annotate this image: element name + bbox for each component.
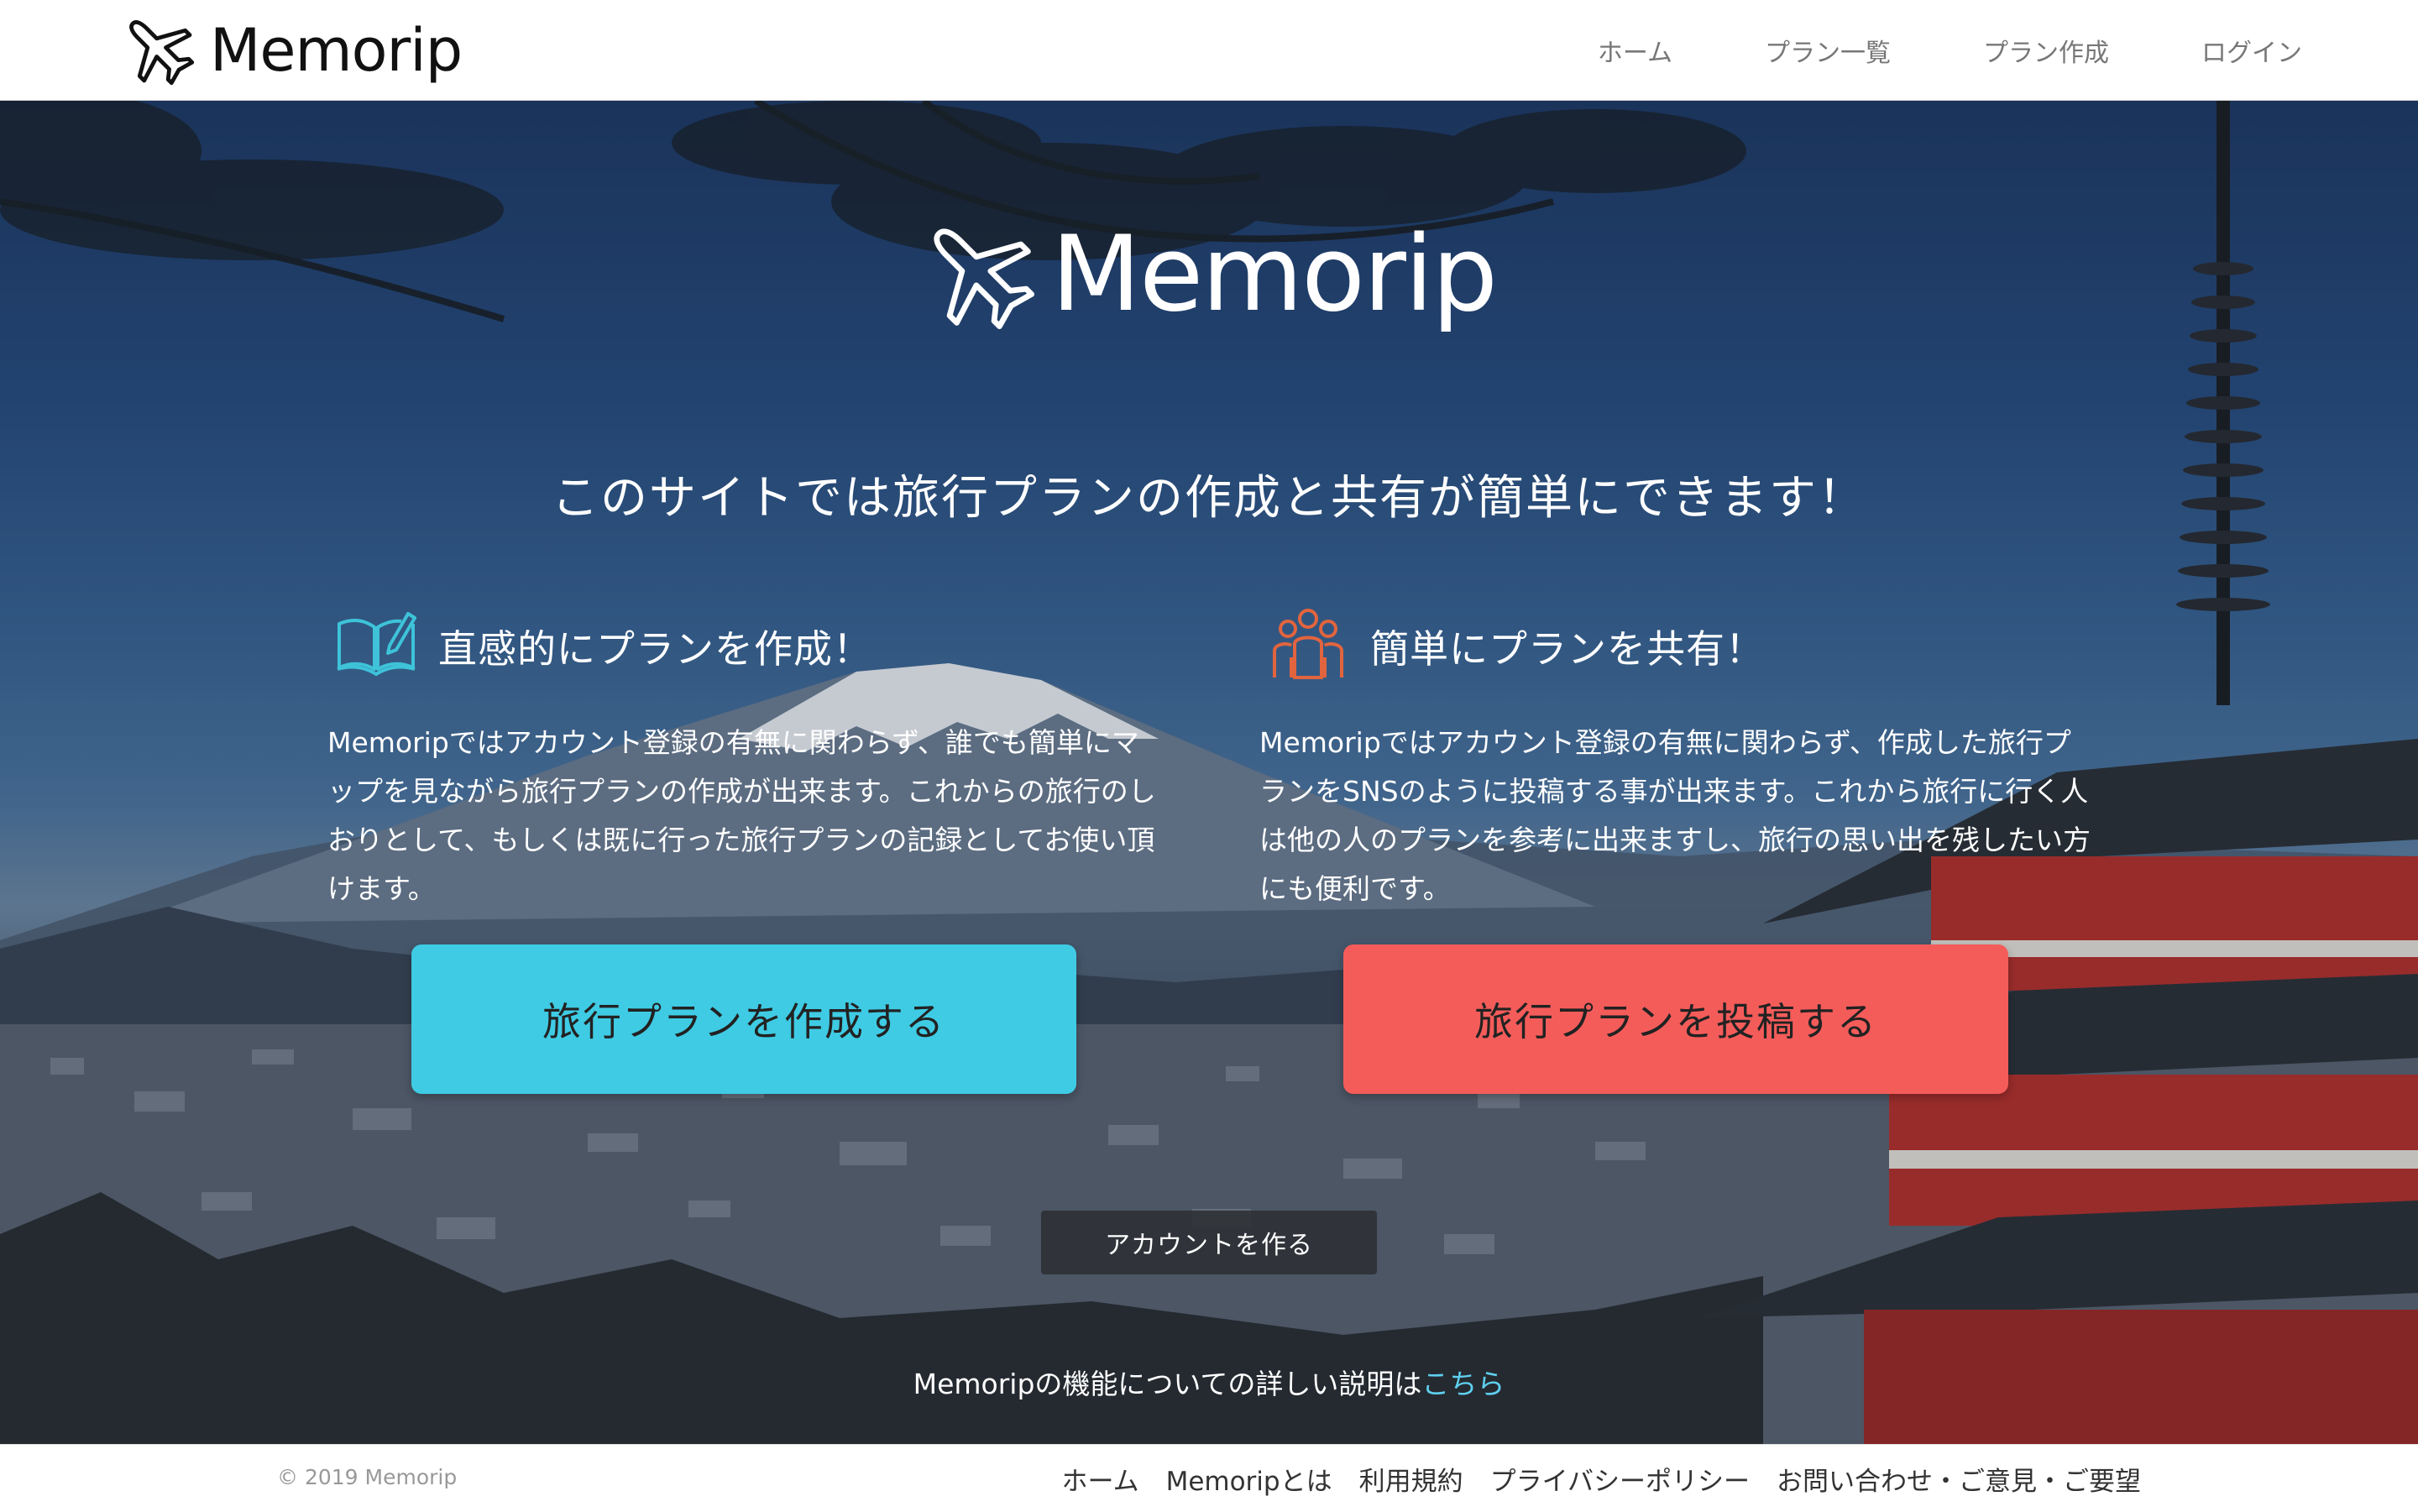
- feature-create-description: Memoripではアカウント登録の有無に関わらず、誰でも簡単にマップを見ながら旅…: [327, 726, 1156, 905]
- nav-plan-create[interactable]: プラン作成: [1983, 32, 2109, 69]
- create-plan-button[interactable]: 旅行プランを作成する: [411, 944, 1076, 1094]
- create-account-button[interactable]: アカウントを作る: [1041, 1211, 1377, 1274]
- top-navbar: Memorip ホーム プラン一覧 プラン作成 ログイン: [0, 0, 2418, 101]
- hero-tagline: このサイトでは旅行プランの作成と共有が簡単にできます！: [552, 471, 1866, 526]
- feature-create: 直感的にプランを作成！ Memoripではアカウント登録の有無に関わらず、誰でも…: [327, 604, 1167, 913]
- hero-logo: Memorip: [915, 210, 1498, 339]
- nav-home[interactable]: ホーム: [1598, 32, 1672, 69]
- nav-login[interactable]: ログイン: [2201, 32, 2302, 69]
- nav-links: ホーム プラン一覧 プラン作成 ログイン: [1505, 0, 2302, 101]
- feature-share: 簡単にプランを共有！ Memoripではアカウント登録の有無に関わらず、作成した…: [1259, 604, 2099, 913]
- footer-link-privacy[interactable]: プライバシーポリシー: [1490, 1460, 1750, 1498]
- airplane-icon: [118, 8, 198, 92]
- copyright-text: © 2019 Memorip: [277, 1465, 458, 1489]
- brand-name: Memorip: [210, 16, 463, 85]
- group-users-icon: [1266, 607, 1350, 686]
- feature-create-header: 直感的にプランを作成！: [334, 604, 1167, 688]
- brand-logo[interactable]: Memorip: [118, 7, 463, 94]
- feature-detail-link[interactable]: こちら: [1421, 1368, 1505, 1400]
- open-book-pencil-icon: [334, 607, 418, 686]
- hero-section: Memorip このサイトでは旅行プランの作成と共有が簡単にできます！ 直感的に…: [0, 101, 2418, 1444]
- footer-link-contact[interactable]: お問い合わせ・ご意見・ご要望: [1777, 1460, 2141, 1498]
- post-plan-button[interactable]: 旅行プランを投稿する: [1343, 944, 2008, 1094]
- hero-brand-name: Memorip: [1051, 214, 1498, 335]
- feature-create-title: 直感的にプランを作成！: [438, 626, 872, 672]
- footer-links: ホーム Memoripとは 利用規約 プライバシーポリシー お問い合わせ・ご意見…: [1035, 1445, 2142, 1512]
- page-footer: © 2019 Memorip ホーム Memoripとは 利用規約 プライバシー…: [0, 1444, 2418, 1511]
- feature-share-description: Memoripではアカウント登録の有無に関わらず、作成した旅行プランをSNSのよ…: [1259, 726, 2091, 905]
- feature-share-header: 簡単にプランを共有！: [1266, 604, 2099, 688]
- feature-detail-text: Memoripの機能についての詳しい説明は: [913, 1368, 1422, 1400]
- airplane-icon: [915, 210, 1041, 339]
- footer-link-home[interactable]: ホーム: [1062, 1460, 1139, 1498]
- nav-plan-list[interactable]: プラン一覧: [1765, 32, 1891, 69]
- footer-link-about[interactable]: Memoripとは: [1166, 1460, 1332, 1498]
- footer-link-terms[interactable]: 利用規約: [1359, 1460, 1463, 1498]
- feature-share-title: 簡単にプランを共有！: [1370, 626, 1765, 672]
- feature-detail-line: Memoripの機能についての詳しい説明はこちら: [0, 1362, 2418, 1402]
